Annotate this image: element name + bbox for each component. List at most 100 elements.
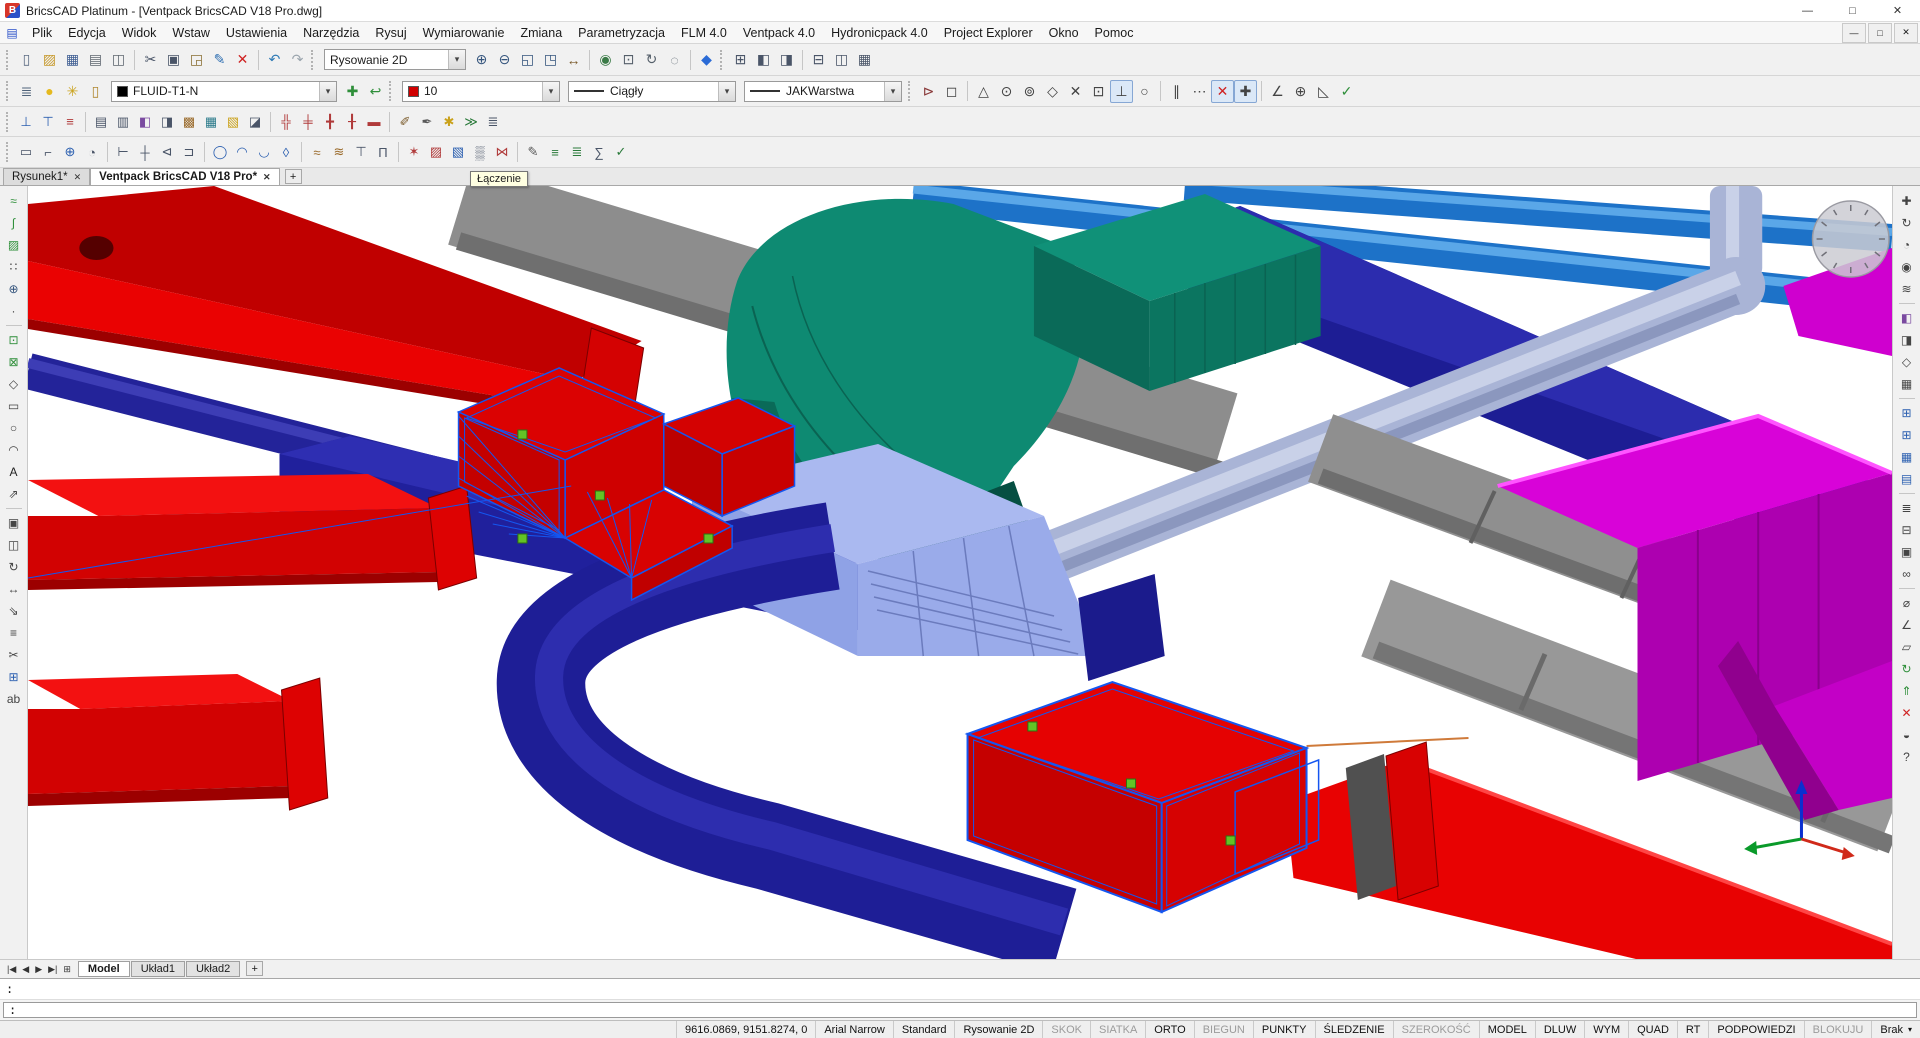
named-views-icon[interactable]: ⊡ bbox=[617, 48, 640, 71]
menu-pomoc[interactable]: Pomoc bbox=[1087, 24, 1142, 42]
toggle-model[interactable]: MODEL bbox=[1479, 1021, 1535, 1038]
right-grid-d-icon[interactable]: ▤ bbox=[1896, 468, 1918, 489]
zoom-tool-icon[interactable]: ⊕ bbox=[3, 278, 25, 299]
status-text-style[interactable]: Arial Narrow bbox=[815, 1021, 893, 1038]
toolbar-grip[interactable] bbox=[908, 81, 913, 101]
edit-spline-icon[interactable]: ∫ bbox=[3, 212, 25, 233]
status-dim-style[interactable]: Standard bbox=[893, 1021, 955, 1038]
vent-grid-icon[interactable]: ▦ bbox=[200, 111, 222, 133]
undo-icon[interactable]: ↶ bbox=[263, 48, 286, 71]
vent2-filter-icon[interactable]: ▒ bbox=[469, 141, 491, 163]
esnap-quadrant-icon[interactable]: ◇ bbox=[1041, 80, 1064, 103]
regen-icon[interactable]: ↻ bbox=[640, 48, 663, 71]
vent2-round-bend-icon[interactable]: ◠ bbox=[231, 141, 253, 163]
toggle-szerokosc[interactable]: SZEROKOŚĆ bbox=[1393, 1021, 1479, 1038]
zoom-extents-icon[interactable]: ◳ bbox=[539, 48, 562, 71]
right-link-icon[interactable]: ∞ bbox=[1896, 563, 1918, 584]
right-render-icon[interactable]: ◧ bbox=[1896, 307, 1918, 328]
vent2-valve-icon[interactable]: ⋈ bbox=[491, 141, 513, 163]
toggle-orto[interactable]: ORTO bbox=[1145, 1021, 1193, 1038]
right-view-rotate-icon[interactable]: ↻ bbox=[1896, 212, 1918, 233]
vent2-cooler-icon[interactable]: ▧ bbox=[447, 141, 469, 163]
vent-silencer-icon[interactable]: ▬ bbox=[363, 111, 385, 133]
vent-damper-icon[interactable]: ╂ bbox=[341, 111, 363, 133]
linetype-combo[interactable]: Ciągły ▾ bbox=[568, 81, 736, 102]
navigation-sphere[interactable] bbox=[1813, 201, 1889, 277]
view-eye-icon[interactable]: ◉ bbox=[594, 48, 617, 71]
toolbar-grip[interactable] bbox=[389, 81, 394, 101]
status-workspace[interactable]: Rysowanie 2D bbox=[954, 1021, 1042, 1038]
trim-entity-icon[interactable]: ✂ bbox=[3, 644, 25, 665]
vent-fitting-icon[interactable]: ◧ bbox=[134, 111, 156, 133]
right-measure-icon[interactable]: ⌀ bbox=[1896, 592, 1918, 613]
esnap-endpoint-icon[interactable]: ◻ bbox=[940, 80, 963, 103]
right-update-icon[interactable]: ↻ bbox=[1896, 658, 1918, 679]
pan-icon[interactable]: ↔ bbox=[562, 48, 585, 71]
vent2-list-icon[interactable]: ≣ bbox=[566, 141, 588, 163]
last-layout-icon[interactable]: ▶| bbox=[45, 964, 60, 975]
vent-settings-icon[interactable]: ✱ bbox=[438, 111, 460, 133]
toolbar-grip[interactable] bbox=[311, 50, 316, 70]
vent-wrench-icon[interactable]: ✒ bbox=[416, 111, 438, 133]
menu-wstaw[interactable]: Wstaw bbox=[164, 24, 218, 42]
vent2-heater-icon[interactable]: ▨ bbox=[425, 141, 447, 163]
esnap-perpendicular-icon[interactable]: ⊥ bbox=[1110, 80, 1133, 103]
layer-previous-icon[interactable]: ↩ bbox=[364, 80, 387, 103]
rotate-entity-icon[interactable]: ↻ bbox=[3, 556, 25, 577]
polar-tracking-icon[interactable]: ∠ bbox=[1266, 80, 1289, 103]
toolbar-grip[interactable] bbox=[6, 142, 11, 162]
scale-entity-icon[interactable]: ⇘ bbox=[3, 600, 25, 621]
match-properties-icon[interactable]: ✎ bbox=[208, 48, 231, 71]
vent2-cross-icon[interactable]: ┼ bbox=[134, 141, 156, 163]
menu-plik[interactable]: Plik bbox=[24, 24, 60, 42]
set-layer-by-entity-icon[interactable]: ✚ bbox=[341, 80, 364, 103]
polygon-tool-icon[interactable]: ◇ bbox=[3, 373, 25, 394]
menu-narzedzia[interactable]: Narzędzia bbox=[295, 24, 367, 42]
right-shade-icon[interactable]: ◨ bbox=[1896, 329, 1918, 350]
dimension-tool-icon[interactable]: ⇗ bbox=[3, 483, 25, 504]
select-window-icon[interactable]: ⊡ bbox=[3, 329, 25, 350]
zoom-out-icon[interactable]: ⊖ bbox=[493, 48, 516, 71]
vent2-check-icon[interactable]: ✓ bbox=[610, 141, 632, 163]
paste-icon[interactable]: ◲ bbox=[185, 48, 208, 71]
spell-check-icon[interactable]: ab bbox=[3, 688, 25, 709]
menu-ustawienia[interactable]: Ustawienia bbox=[218, 24, 295, 42]
first-layout-icon[interactable]: |◀ bbox=[4, 964, 19, 975]
select-crossing-icon[interactable]: ⊠ bbox=[3, 351, 25, 372]
vent-align-top-icon[interactable]: ⊥ bbox=[15, 111, 37, 133]
toggle-rt[interactable]: RT bbox=[1677, 1021, 1708, 1038]
copy-entity-icon[interactable]: ▣ bbox=[3, 512, 25, 533]
vent2-hanger-icon[interactable]: ⊤ bbox=[350, 141, 372, 163]
toggle-dluw[interactable]: DLUW bbox=[1535, 1021, 1584, 1038]
save-icon[interactable]: ▦ bbox=[61, 48, 84, 71]
otrack-icon[interactable]: ⊕ bbox=[1289, 80, 1312, 103]
new-file-icon[interactable]: ▯ bbox=[15, 48, 38, 71]
toolbar-grip[interactable] bbox=[6, 81, 11, 101]
vent-table-icon[interactable]: ≣ bbox=[482, 111, 504, 133]
menu-flm[interactable]: FLM 4.0 bbox=[673, 24, 735, 42]
vent-splitter-icon[interactable]: ╋ bbox=[319, 111, 341, 133]
combo-arrow-icon[interactable]: ▾ bbox=[542, 82, 559, 101]
toggle-skok[interactable]: SKOK bbox=[1042, 1021, 1090, 1038]
right-grid-b-icon[interactable]: ⊞ bbox=[1896, 424, 1918, 445]
viewport-canvas[interactable] bbox=[28, 186, 1892, 959]
vent-diffuser-icon[interactable]: ▩ bbox=[178, 111, 200, 133]
esnap-settings-icon[interactable]: ✚ bbox=[1234, 80, 1257, 103]
vent2-transition-icon[interactable]: ◊ bbox=[275, 141, 297, 163]
right-look-icon[interactable]: ◉ bbox=[1896, 256, 1918, 277]
lineweight-combo[interactable]: JAKWarstwa ▾ bbox=[744, 81, 902, 102]
mdi-close-button[interactable]: ✕ bbox=[1894, 23, 1918, 43]
workspace-combo[interactable]: Rysowanie 2D ▾ bbox=[324, 49, 466, 70]
right-orbit-icon[interactable]: ◔ bbox=[1896, 234, 1918, 255]
edit-polyline-icon[interactable]: ≈ bbox=[3, 190, 25, 211]
edit-hatch-icon[interactable]: ▨ bbox=[3, 234, 25, 255]
esnap-nearest-icon[interactable]: ⊳ bbox=[917, 80, 940, 103]
menu-parametryzacja[interactable]: Parametryzacja bbox=[570, 24, 673, 42]
mechanical-browser-icon[interactable]: ◧ bbox=[752, 48, 775, 71]
tab-close-icon[interactable]: ✕ bbox=[74, 172, 82, 183]
properties-panel-icon[interactable]: ◨ bbox=[775, 48, 798, 71]
right-publish-icon[interactable]: ⇑ bbox=[1896, 680, 1918, 701]
close-button[interactable]: ✕ bbox=[1875, 0, 1920, 21]
vent2-fan-icon[interactable]: ✶ bbox=[403, 141, 425, 163]
combo-arrow-icon[interactable]: ▾ bbox=[319, 82, 336, 101]
